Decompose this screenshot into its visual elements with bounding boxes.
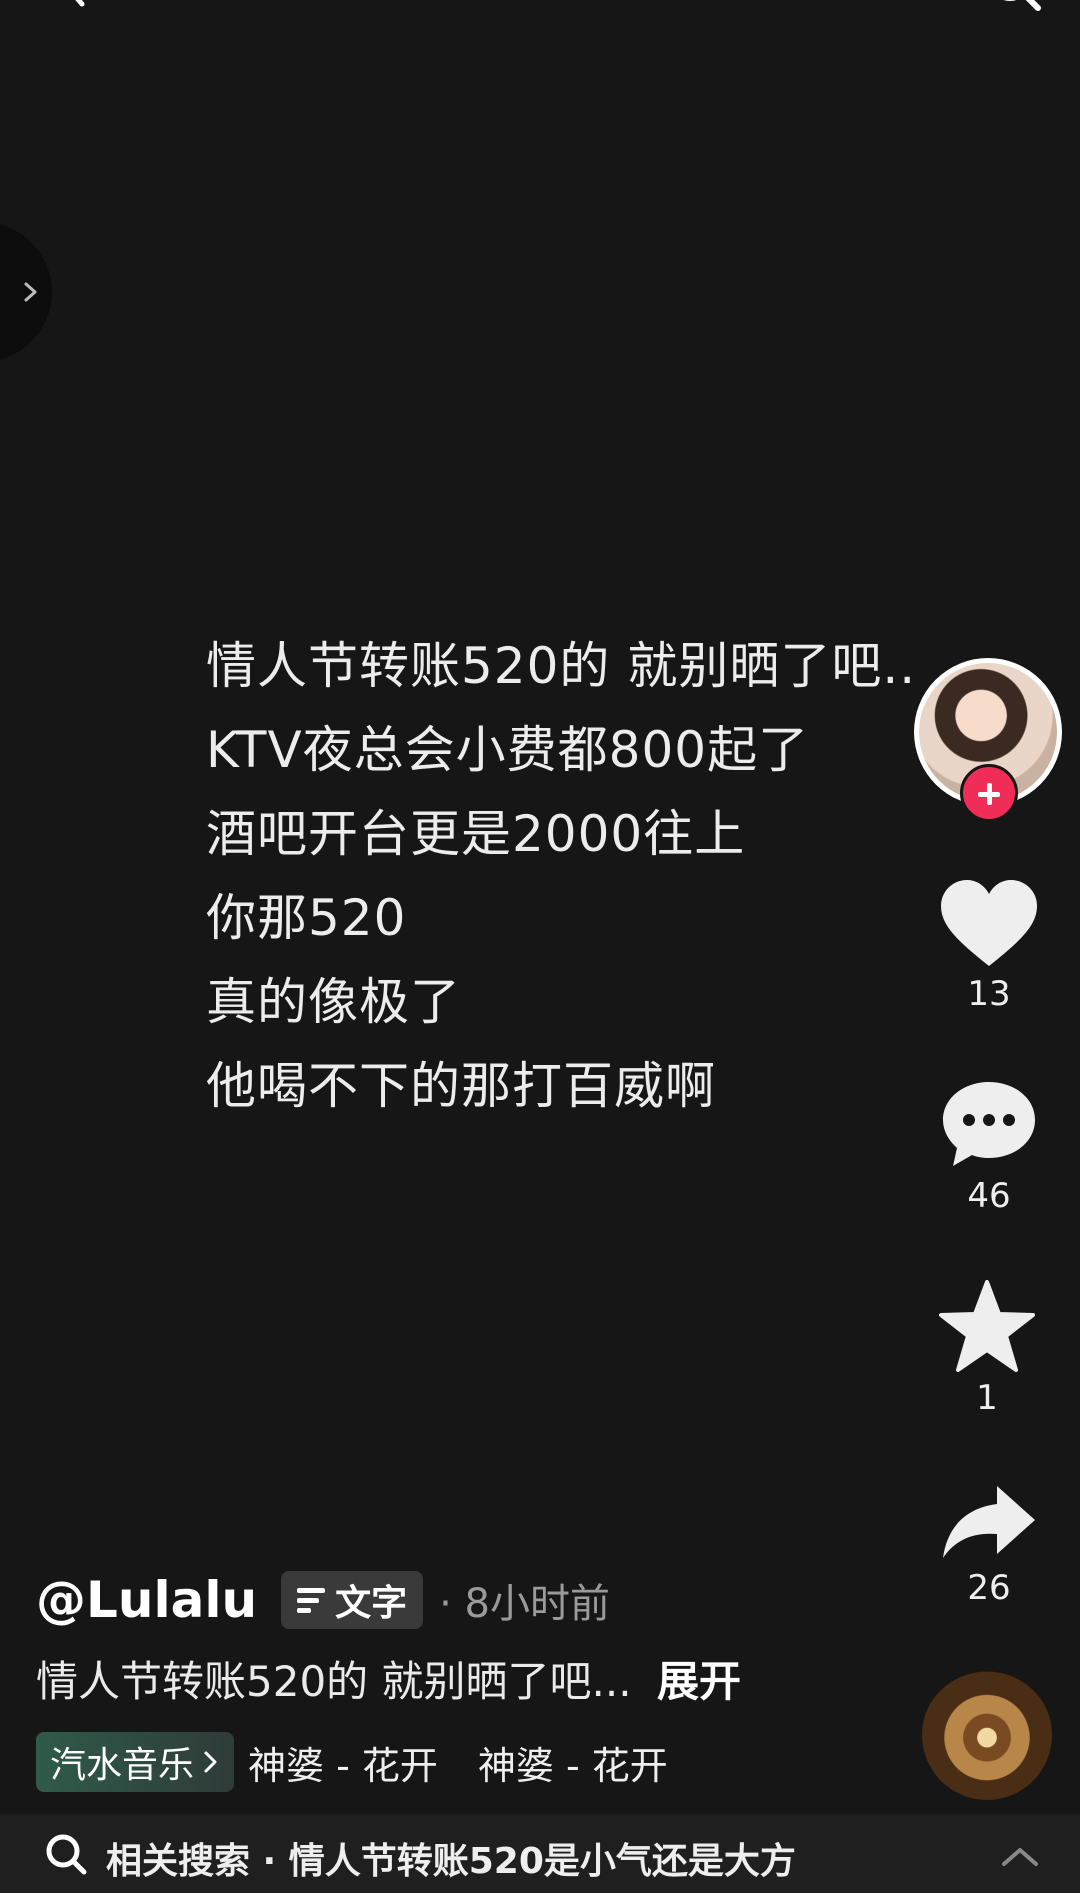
star-icon	[939, 1280, 1035, 1372]
share-count: 26	[967, 1568, 1011, 1608]
side-drawer-tab[interactable]	[0, 222, 52, 362]
author-name[interactable]: @Lulalu	[36, 1571, 257, 1629]
share-icon	[943, 1486, 1035, 1558]
search-icon[interactable]	[984, 0, 1044, 16]
comment-icon	[943, 1082, 1035, 1166]
caption-line: 情人节转账520的 就别晒了吧..	[206, 637, 917, 695]
comment-button[interactable]: 46	[929, 1078, 1049, 1216]
music-disc[interactable]	[922, 1670, 1052, 1800]
caption-line: 真的像极了	[206, 973, 461, 1031]
author-row: @Lulalu 文字 · 8小时前	[36, 1568, 610, 1632]
music-app-label: 汽水音乐	[50, 1745, 195, 1786]
share-button[interactable]: 26	[929, 1482, 1049, 1608]
expand-button[interactable]: 展开	[657, 1657, 741, 1706]
like-count: 13	[967, 974, 1011, 1014]
music-app-chip[interactable]: 汽水音乐	[36, 1732, 235, 1792]
follow-button[interactable]	[960, 764, 1018, 822]
text-lines-icon	[297, 1588, 326, 1613]
video-caption: 情人节转账520的 就别晒了吧.. KTV夜总会小费都800起了 酒吧开台更是2…	[206, 624, 916, 1128]
chevron-right-icon	[24, 282, 37, 302]
author-avatar-group	[914, 658, 1062, 822]
chevron-icon	[1002, 1848, 1038, 1866]
post-type-chip[interactable]: 文字	[281, 1571, 424, 1629]
back-icon[interactable]	[56, 0, 96, 12]
related-search-text: 相关搜索 · 情人节转账520是小气还是大方	[106, 1841, 796, 1882]
post-type-label: 文字	[335, 1583, 408, 1624]
post-time: · 8小时前	[439, 1581, 610, 1627]
like-button[interactable]: 13	[929, 878, 1049, 1014]
video-screen: 情人节转账520的 就别晒了吧.. KTV夜总会小费都800起了 酒吧开台更是2…	[0, 0, 1080, 1893]
caption-line: KTV夜总会小费都800起了	[206, 721, 810, 779]
music-track: 神婆 - 花开	[248, 1743, 438, 1788]
caption-line: 他喝不下的那打百威啊	[206, 1057, 716, 1115]
caption-line: 酒吧开台更是2000往上	[206, 805, 746, 863]
caption-line: 你那520	[206, 889, 407, 947]
comment-count: 46	[967, 1176, 1011, 1216]
search-icon	[46, 1834, 87, 1875]
related-search-bar[interactable]: 相关搜索 · 情人节转账520是小气还是大方	[0, 1814, 1080, 1893]
music-track-marquee[interactable]: 神婆 - 花开 神婆 - 花开	[248, 1735, 674, 1790]
description-text: 情人节转账520的 就别晒了吧...	[36, 1657, 632, 1706]
favorite-button[interactable]: 1	[927, 1280, 1047, 1418]
post-description: 情人节转账520的 就别晒了吧... 展开	[36, 1648, 741, 1709]
music-row: 汽水音乐 神婆 - 花开 神婆 - 花开	[36, 1732, 674, 1792]
chevron-right-icon	[204, 1751, 217, 1773]
favorite-count: 1	[976, 1378, 998, 1418]
heart-icon	[941, 880, 1037, 966]
music-track: 神婆 - 花开	[477, 1743, 668, 1788]
